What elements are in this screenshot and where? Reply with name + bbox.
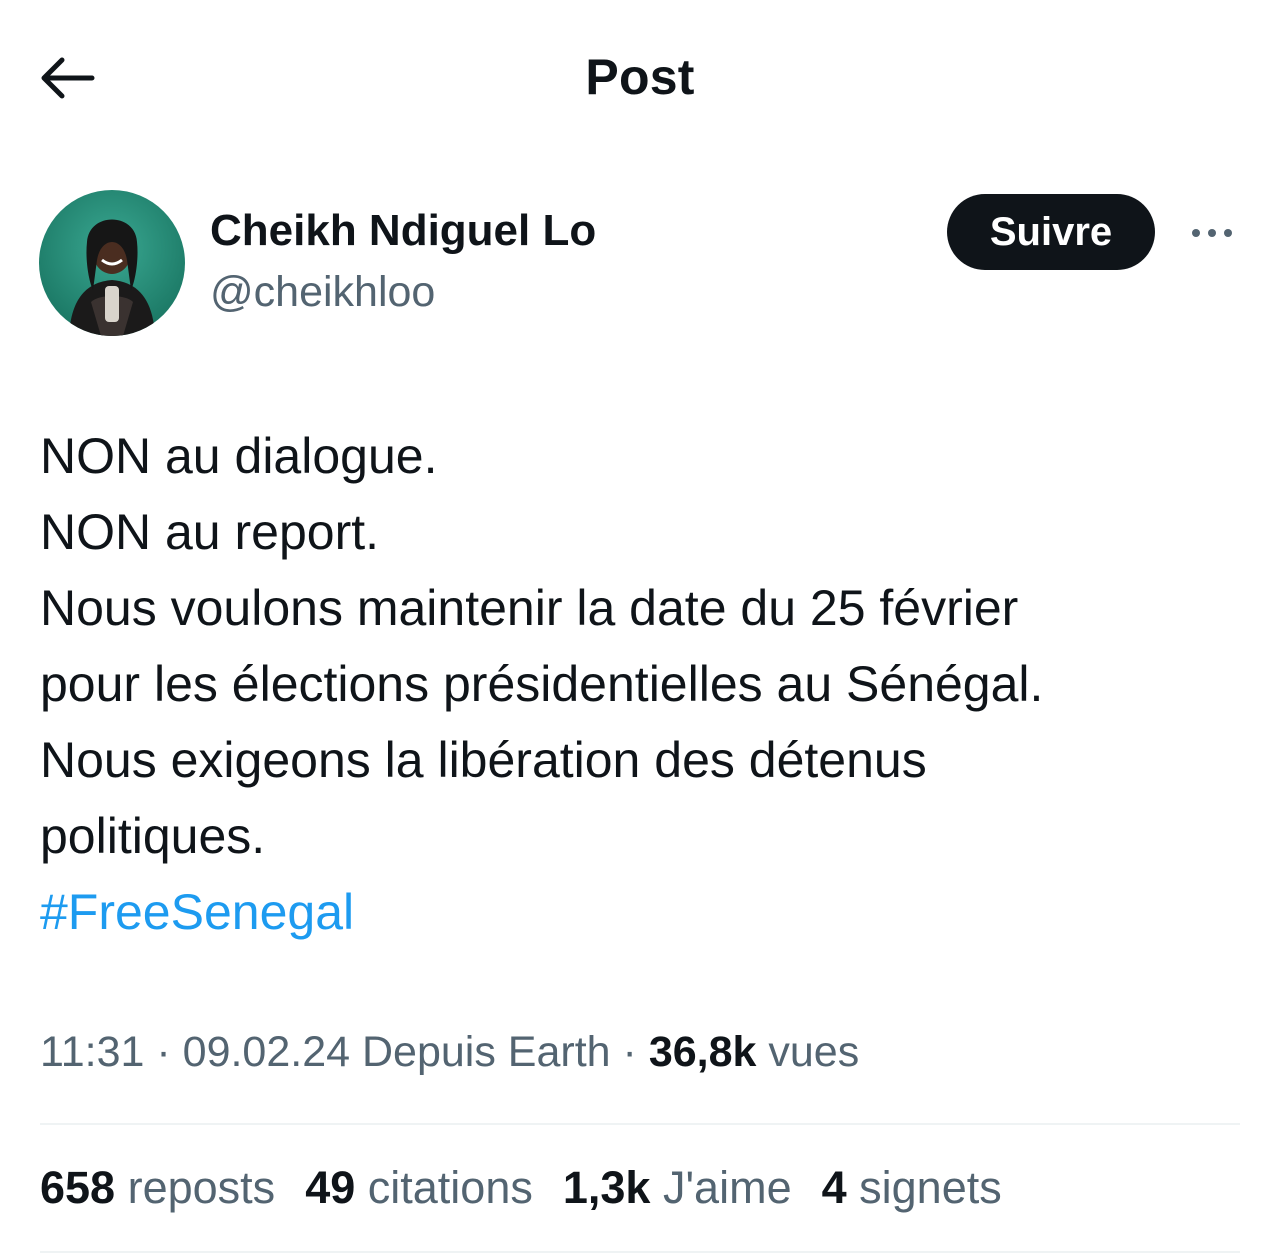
avatar-image xyxy=(39,190,185,336)
author-display-name[interactable]: Cheikh Ndiguel Lo xyxy=(210,206,596,256)
tweet-line: Nous exigeons la libération des détenus xyxy=(40,732,927,788)
bookmarks-count: 4 xyxy=(821,1162,847,1213)
tweet-text: NON au dialogue. NON au report. Nous vou… xyxy=(40,418,1240,950)
quotes-count: 49 xyxy=(305,1162,356,1213)
follow-button[interactable]: Suivre xyxy=(947,194,1155,270)
avatar[interactable] xyxy=(39,190,185,336)
top-bar: Post xyxy=(0,0,1280,160)
author-handle[interactable]: @cheikhloo xyxy=(210,268,435,317)
meta-separator: · xyxy=(622,1028,637,1076)
hashtag-link[interactable]: #FreeSenegal xyxy=(40,874,1240,950)
tweet-line: Nous voulons maintenir la date du 25 fév… xyxy=(40,580,1019,636)
author-row: Cheikh Ndiguel Lo @cheikhloo Suivre xyxy=(0,188,1280,338)
divider xyxy=(40,1251,1240,1253)
reposts-count: 658 xyxy=(40,1162,116,1213)
tweet-meta: 11:31 · 09.02.24 Depuis Earth · 36,8k vu… xyxy=(40,1028,859,1077)
likes-label: J'aime xyxy=(662,1162,792,1213)
tweet-line: pour les élections présidentielles au Sé… xyxy=(40,656,1044,712)
divider xyxy=(40,1123,1240,1125)
page-title: Post xyxy=(585,49,695,105)
likes-stat[interactable]: 1,3k J'aime xyxy=(563,1162,792,1214)
tweet-line: NON au dialogue. xyxy=(40,428,438,484)
views-count: 36,8k xyxy=(648,1028,757,1076)
more-options-button[interactable] xyxy=(1180,208,1244,258)
views-label: vues xyxy=(768,1028,860,1076)
reposts-stat[interactable]: 658 reposts xyxy=(40,1162,275,1214)
bookmarks-stat[interactable]: 4 signets xyxy=(822,1162,1002,1214)
quotes-label: citations xyxy=(367,1162,533,1213)
reposts-label: reposts xyxy=(127,1162,276,1213)
tweet-time[interactable]: 11:31 xyxy=(40,1028,144,1076)
tweet-date[interactable]: 09.02.24 xyxy=(183,1028,350,1076)
meta-separator: · xyxy=(156,1028,171,1076)
tweet-line: NON au report. xyxy=(40,504,380,560)
more-horizontal-icon xyxy=(1192,229,1232,237)
tweet-source: Depuis Earth xyxy=(362,1028,611,1076)
tweet-line: politiques. xyxy=(40,808,266,864)
engagement-stats: 658 reposts 49 citations 1,3k J'aime 4 s… xyxy=(40,1162,1002,1214)
likes-count: 1,3k xyxy=(562,1162,651,1213)
quotes-stat[interactable]: 49 citations xyxy=(305,1162,533,1214)
bookmarks-label: signets xyxy=(859,1162,1002,1213)
